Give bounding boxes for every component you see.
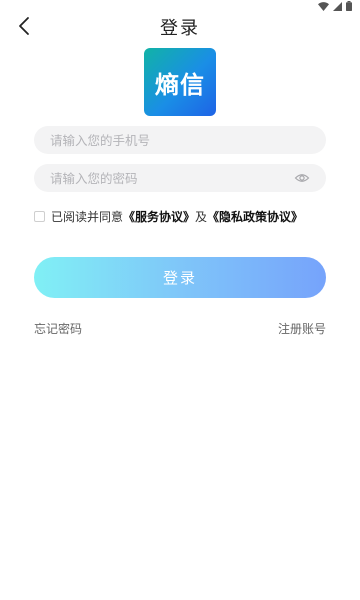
eye-icon[interactable]	[294, 170, 310, 186]
agreement-row: 已阅读并同意 《服务协议》 及 《隐私政策协议》	[34, 208, 303, 225]
forgot-password-link[interactable]: 忘记密码	[34, 320, 82, 337]
password-field-container	[34, 164, 326, 192]
page-title: 登录	[160, 18, 200, 39]
agreement-checkbox[interactable]	[34, 211, 45, 222]
agreement-conjunction: 及	[195, 210, 208, 224]
register-link[interactable]: 注册账号	[278, 320, 326, 337]
phone-input[interactable]	[34, 126, 290, 154]
agreement-prefix: 已阅读并同意	[51, 210, 124, 224]
service-agreement-link[interactable]: 《服务协议》	[123, 208, 195, 225]
navigation-bar: 登录	[0, 10, 360, 44]
password-input[interactable]	[34, 164, 290, 192]
privacy-policy-link[interactable]: 《隐私政策协议》	[207, 208, 303, 225]
login-button[interactable]: 登录	[34, 257, 326, 298]
app-logo-text: 熵信	[155, 70, 205, 99]
phone-field-container	[34, 126, 326, 154]
app-logo: 熵信	[144, 48, 216, 116]
